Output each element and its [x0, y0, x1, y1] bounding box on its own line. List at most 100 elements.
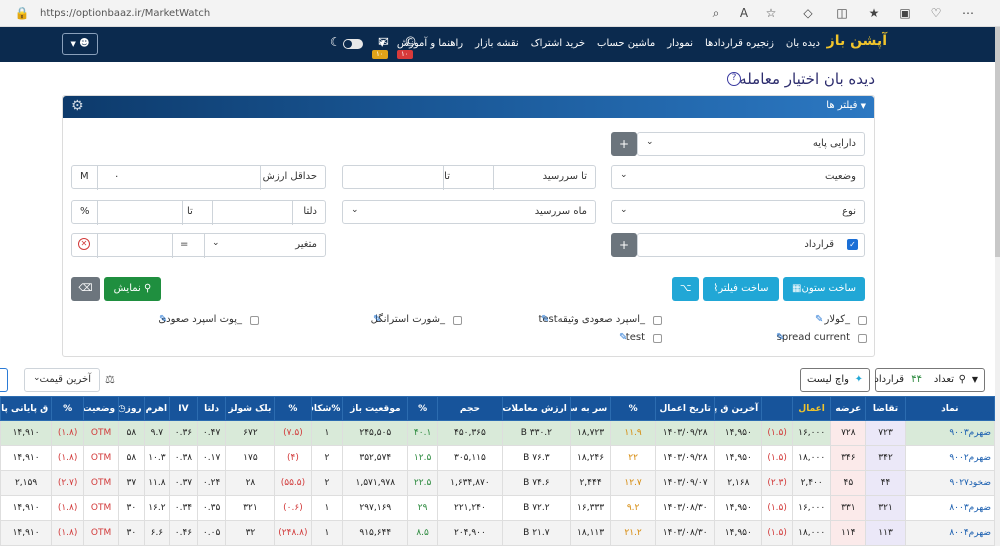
preset-ascending-spread-pledge[interactable]: _اسپرد صعودی وثیقهtest [538, 314, 645, 325]
menu-item-watch[interactable]: دیده بان [786, 38, 820, 49]
favorites-icon[interactable]: ★ [866, 5, 882, 21]
pencil-icon[interactable]: ✎ [815, 314, 823, 325]
th-gap[interactable]: %شکاف [310, 396, 344, 421]
min-value-input[interactable]: ۰ [114, 171, 119, 182]
preset-spread-current[interactable]: spread current [777, 332, 850, 343]
th-exercise-date[interactable]: تاریخ اعمال [654, 396, 716, 421]
symbol-cell[interactable]: ضهرم۸۰۰۴ [904, 520, 996, 546]
url-text[interactable]: https://optionbaaz.ir/MarketWatch [40, 8, 210, 19]
pencil-icon[interactable]: ✎ [159, 314, 167, 325]
split-screen-icon[interactable]: ◫ [834, 5, 850, 21]
th-black-scholes[interactable]: بلک شولز [225, 396, 276, 421]
sort-select[interactable]: آخرین قیمت ⌄ [24, 368, 100, 392]
table-row[interactable]: ضهرم۸۰۰۴ ۱۱۳ ۱۱۴ ۱۸,۰۰۰ (۱.۵) ۱۴,۹۵۰ ۱۴۰۳/۰۸/۳… [0, 520, 996, 546]
th-ask[interactable]: عرضه [830, 396, 867, 421]
menu-item-chart[interactable]: نمودار [667, 38, 693, 49]
status-select[interactable]: وضعیت ⌄ [611, 165, 865, 189]
user-menu-button[interactable]: ☻ ▼ [62, 33, 98, 55]
th-open-interest[interactable]: موقعیت باز [342, 396, 409, 421]
preset-test[interactable]: test [626, 332, 645, 343]
scrollbar-thumb[interactable] [995, 27, 1000, 257]
build-filter-button[interactable]: ⌇ساخت فیلتر [703, 277, 779, 301]
menu-item-market-map[interactable]: نقشه بازار [475, 38, 519, 49]
preset-checkbox-spread-current[interactable] [858, 334, 867, 343]
th-delta[interactable]: دلتا [196, 396, 227, 421]
th-pct-1[interactable]: % [610, 396, 656, 421]
more-options-icon[interactable]: ⋯ [960, 5, 976, 21]
formula-button[interactable]: ⌥ [672, 277, 699, 301]
pencil-icon[interactable]: ✎ [373, 314, 381, 325]
th-last-underlying[interactable]: آخرین ق پایه [714, 396, 763, 421]
variable-field[interactable]: متغیر ⌄ = ✕ [71, 233, 326, 258]
browser-essentials-icon[interactable]: ♡ [928, 5, 944, 21]
th-strike[interactable]: اعمال [792, 396, 832, 421]
read-aloud-icon[interactable]: A [736, 5, 752, 21]
preset-checkbox-ascending-spread[interactable] [653, 316, 662, 325]
contract-count-box[interactable]: ▼ ⚲ تعداد ۴۴ قرارداد [874, 368, 985, 392]
min-value-field[interactable]: حداقل ارزش ۰ M [71, 165, 326, 190]
th-pct-2[interactable]: % [407, 396, 438, 421]
scale-icon[interactable]: ⚖ [105, 373, 115, 386]
symbol-cell[interactable]: ضهرم۹۰۰۲ [904, 445, 996, 471]
pencil-icon[interactable]: ✎ [541, 314, 549, 325]
favorite-star-icon[interactable]: ☆ [763, 5, 779, 21]
th-bid[interactable]: تقاضا [865, 396, 906, 421]
remove-icon[interactable]: ✕ [78, 238, 90, 250]
preset-collar[interactable]: _کولار [825, 314, 850, 325]
mail-icon[interactable]: ✉ [378, 35, 389, 50]
build-column-button[interactable]: ▦ساخت ستون [783, 277, 865, 301]
th-trade-value[interactable]: ارزش معاملات ⇅ [501, 396, 571, 421]
menu-item-subscription[interactable]: خرید اشتراک [531, 38, 585, 49]
th-volume[interactable]: حجم [437, 396, 503, 421]
add-contract-button[interactable]: + [611, 233, 637, 257]
th-underlying-close[interactable]: ق پایانی پایه [0, 396, 53, 421]
maturity-range-field[interactable]: تا سررسید تا [342, 165, 596, 190]
preset-checkbox-ascending-put[interactable] [250, 316, 259, 325]
add-underlying-button[interactable]: + [611, 132, 637, 156]
th-iv[interactable]: IV [169, 396, 198, 421]
preset-checkbox-short-straddle[interactable] [453, 316, 462, 325]
collections-icon[interactable]: ▣ [897, 5, 913, 21]
menu-item-calculator[interactable]: ماشین حساب [597, 38, 655, 49]
page-scrollbar[interactable] [995, 27, 1000, 546]
moon-icon[interactable]: ☾ [330, 35, 341, 49]
gear-icon[interactable]: ⚙ [71, 98, 84, 114]
symbol-cell[interactable]: ضهرم۹۰۰۳ [904, 420, 996, 446]
copyright-icon[interactable]: © [404, 35, 417, 50]
preset-checkbox-collar[interactable] [858, 316, 867, 325]
th-status[interactable]: وضعیت [83, 396, 120, 421]
lock-icon[interactable]: 🔒 [14, 5, 30, 21]
underlying-select[interactable]: دارایی پایه ⌄ [637, 132, 865, 156]
table-row[interactable]: ضهرم۹۰۰۳ ۷۲۳ ۷۲۸ ۱۶,۰۰۰ (۱.۵) ۱۴,۹۵۰ ۱۴۰۳/۰۹/۲… [0, 420, 996, 446]
pencil-icon[interactable]: ✎ [619, 332, 627, 343]
show-button[interactable]: نمایش ⚲ [104, 277, 161, 301]
type-select[interactable]: نوع ⌄ [611, 200, 865, 224]
brand-logo[interactable]: آپشن باز [827, 33, 887, 49]
delta-field[interactable]: دلتا تا % [71, 200, 326, 225]
theme-toggle[interactable] [343, 39, 363, 49]
th-leverage[interactable]: اهرم [143, 396, 171, 421]
zoom-icon[interactable]: ⌕ [708, 5, 724, 21]
symbol-cell[interactable]: ضخود۹۰۲۷ [904, 470, 996, 496]
preset-ascending-put-spread[interactable]: _پوت اسپرد صعودی [158, 314, 242, 325]
clear-filter-button[interactable]: ⌫ [71, 277, 100, 301]
column-toggle-button[interactable] [0, 368, 8, 392]
th-symbol[interactable]: نماد [904, 396, 996, 421]
pencil-icon[interactable]: ✎ [776, 332, 784, 343]
contract-checkbox[interactable]: ✓ [847, 239, 858, 250]
th-pct-3[interactable]: % [274, 396, 312, 421]
table-row[interactable]: ضخود۹۰۲۷ ۴۴ ۴۵ ۲,۴۰۰ (۲.۳) ۲,۱۶۸ ۱۴۰۳/۰۹/۰۷ ۱۲.… [0, 470, 996, 496]
th-pct-4[interactable]: % [51, 396, 85, 421]
preset-short-straddle[interactable]: _شورت استرانگل [371, 314, 445, 325]
maturity-month-select[interactable]: ماه سررسید ⌄ [342, 200, 596, 224]
filter-header[interactable]: ▼ فیلتر ها ⚙ [63, 96, 874, 118]
menu-item-chain[interactable]: زنجیره قراردادها [705, 38, 774, 49]
extension-icon[interactable]: ◇ [800, 5, 816, 21]
info-icon[interactable]: ? [727, 72, 741, 86]
table-row[interactable]: ضهرم۹۰۰۲ ۳۴۲ ۳۴۶ ۱۸,۰۰۰ (۱.۵) ۱۴,۹۵۰ ۱۴۰۳/۰۹/۲… [0, 445, 996, 471]
symbol-cell[interactable]: ضهرم۸۰۰۳ [904, 495, 996, 521]
th-days[interactable]: روز◷ [118, 396, 145, 421]
watchlist-button[interactable]: ✦ واچ لیست [800, 368, 870, 392]
th-breakeven[interactable]: سر به سر [569, 396, 612, 421]
table-row[interactable]: ضهرم۸۰۰۳ ۳۲۱ ۳۳۱ ۱۶,۰۰۰ (۱.۵) ۱۴,۹۵۰ ۱۴۰۳/۰۸/۳… [0, 495, 996, 521]
